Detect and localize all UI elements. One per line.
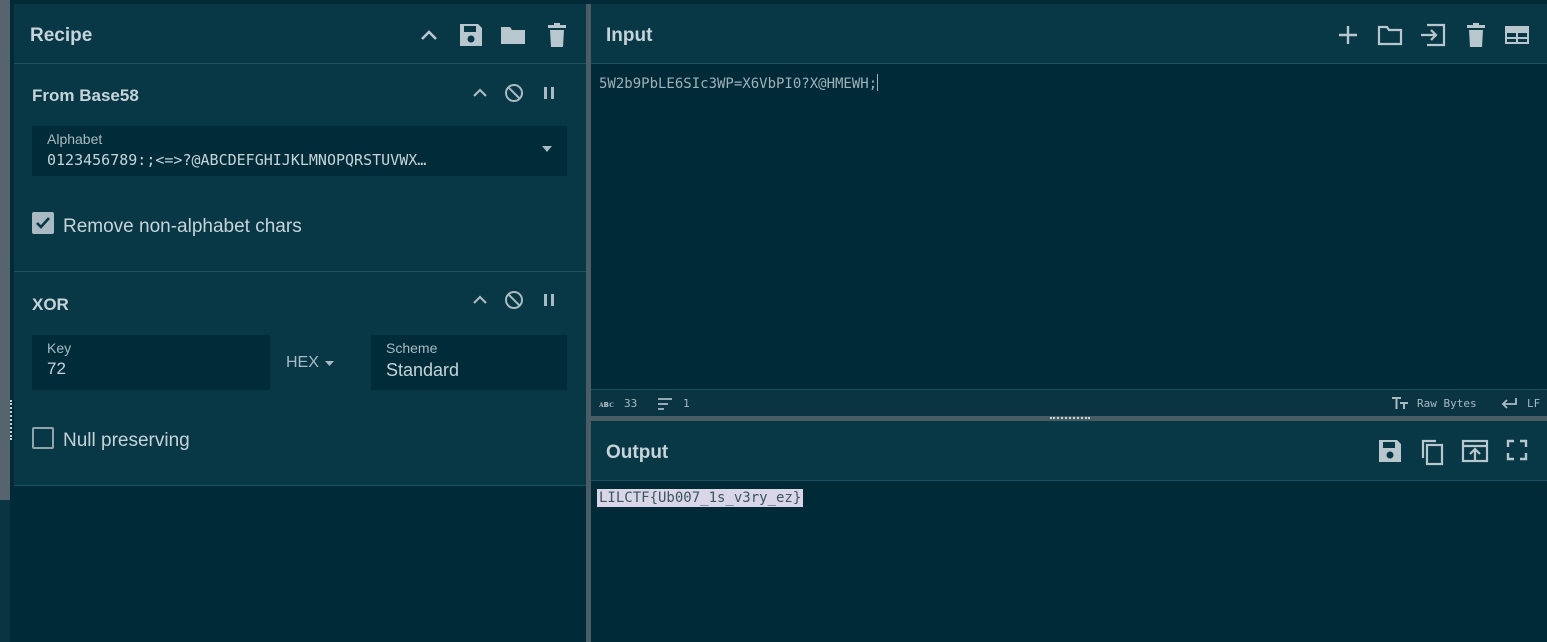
recipe-panel: Recipe From Base58 Alphabet 0123456789:;… xyxy=(14,4,586,642)
input-status-bar: ᴀʙᴄ 33 1 Raw Bytes LF xyxy=(591,389,1547,417)
chevron-up-icon[interactable] xyxy=(469,289,491,311)
copy-icon[interactable] xyxy=(1419,438,1445,466)
caret-down-icon[interactable] xyxy=(542,146,552,152)
output-panel: Output LILCTF{Ub007_1s_v3ry_ez} xyxy=(591,421,1547,642)
operation-from-base58: From Base58 Alphabet 0123456789:;<=>?@AB… xyxy=(14,64,586,272)
replace-input-icon[interactable] xyxy=(1461,438,1489,464)
key-value: 72 xyxy=(47,359,66,378)
null-preserving-label: Null preserving xyxy=(63,430,190,451)
key-label: Key xyxy=(47,340,72,356)
text-format-icon[interactable] xyxy=(1391,396,1409,410)
key-format-dropdown[interactable]: HEX xyxy=(270,335,352,390)
input-textarea[interactable]: 5W2b9PbLE6SIc3WP=X6VbPI0?X@HMEWH; xyxy=(599,74,879,92)
sidebar-scrollbar[interactable] xyxy=(0,0,10,500)
import-file-icon[interactable] xyxy=(1419,22,1446,48)
output-title: Output xyxy=(606,442,669,463)
length-count: 33 xyxy=(624,397,638,410)
remove-non-alphabet-label: Remove non-alphabet chars xyxy=(63,216,302,237)
input-header: Input xyxy=(591,4,1547,64)
plus-icon[interactable] xyxy=(1335,22,1361,48)
eol-label[interactable]: LF xyxy=(1527,397,1540,410)
save-icon[interactable] xyxy=(458,22,484,48)
key-format-label: HEX xyxy=(286,354,319,371)
pause-icon[interactable] xyxy=(538,82,560,104)
return-icon[interactable] xyxy=(1501,397,1517,409)
alphabet-label: Alphabet xyxy=(47,131,103,147)
input-panel: Input 5W2b9PbLE6SIc3WP=X6VbPI0?X@HMEWH; … xyxy=(591,4,1547,417)
open-folder-icon[interactable] xyxy=(1377,22,1403,48)
key-field[interactable]: Key 72 HEX xyxy=(32,335,352,390)
operation-xor: XOR Key 72 HEX Scheme Standard Null pres… xyxy=(14,272,586,486)
scheme-label: Scheme xyxy=(386,340,438,356)
maximize-icon[interactable] xyxy=(1505,438,1531,464)
output-text[interactable]: LILCTF{Ub007_1s_v3ry_ez} xyxy=(597,489,804,507)
chevron-up-icon[interactable] xyxy=(469,82,491,104)
resize-grip[interactable] xyxy=(10,400,13,440)
operation-title: XOR xyxy=(32,295,69,314)
left-sidebar-strip xyxy=(0,0,10,642)
resize-grip[interactable] xyxy=(1050,417,1090,420)
abc-icon: ᴀʙᴄ xyxy=(599,400,614,410)
alphabet-field[interactable]: Alphabet 0123456789:;<=>?@ABCDEFGHIJKLMN… xyxy=(32,126,567,176)
disable-icon[interactable] xyxy=(503,289,525,311)
save-icon[interactable] xyxy=(1377,438,1403,464)
lines-count: 1 xyxy=(683,397,690,410)
scheme-field[interactable]: Scheme Standard xyxy=(371,335,567,390)
text-caret xyxy=(877,74,879,91)
alphabet-value: 0123456789:;<=>?@ABCDEFGHIJKLMNOPQRSTUVW… xyxy=(47,151,427,169)
input-text-value: 5W2b9PbLE6SIc3WP=X6VbPI0?X@HMEWH; xyxy=(599,76,878,92)
check-icon xyxy=(36,217,50,229)
lines-icon xyxy=(657,398,673,410)
operation-title: From Base58 xyxy=(32,86,139,105)
recipe-title: Recipe xyxy=(30,25,93,46)
format-label[interactable]: Raw Bytes xyxy=(1417,397,1477,410)
caret-down-icon xyxy=(325,361,334,366)
remove-non-alphabet-checkbox[interactable] xyxy=(32,212,54,234)
trash-icon[interactable] xyxy=(1463,22,1489,48)
disable-icon[interactable] xyxy=(503,82,525,104)
recipe-header: Recipe xyxy=(14,4,586,64)
input-title: Input xyxy=(606,25,653,46)
null-preserving-checkbox[interactable] xyxy=(32,427,54,449)
layout-icon[interactable] xyxy=(1503,22,1529,48)
pause-icon[interactable] xyxy=(538,289,560,311)
trash-icon[interactable] xyxy=(544,22,570,48)
chevron-up-icon[interactable] xyxy=(416,22,442,48)
folder-icon[interactable] xyxy=(500,22,526,48)
scheme-value: Standard xyxy=(386,360,460,380)
output-header: Output xyxy=(591,421,1547,481)
